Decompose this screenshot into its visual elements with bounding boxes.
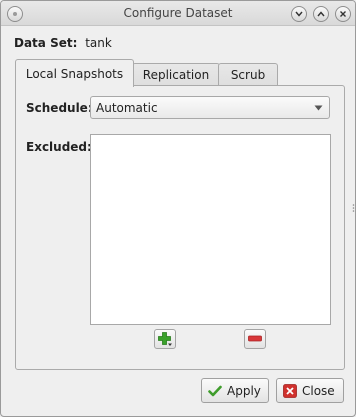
schedule-label: Schedule: — [26, 101, 93, 115]
tab-scrub[interactable]: Scrub — [218, 63, 278, 86]
tab-label: Replication — [142, 68, 210, 82]
excluded-list[interactable] — [90, 134, 331, 325]
close-window-button[interactable] — [335, 6, 351, 22]
remove-excluded-button[interactable] — [244, 329, 266, 349]
remove-icon — [248, 335, 262, 342]
tab-label: Local Snapshots — [25, 66, 124, 81]
configure-dataset-window: Configure Dataset Data Set: tank Local S… — [0, 0, 356, 417]
schedule-value: Automatic — [96, 101, 158, 115]
schedule-select[interactable]: Automatic — [90, 96, 330, 119]
minimize-button[interactable] — [291, 6, 307, 22]
tab-local-snapshots[interactable]: Local Snapshots — [15, 59, 134, 87]
title-bar: Configure Dataset — [1, 1, 355, 26]
close-icon — [283, 383, 297, 398]
tab-replication[interactable]: Replication — [132, 63, 220, 86]
tab-label: Scrub — [230, 68, 266, 82]
close-label: Close — [302, 383, 335, 398]
resize-grip-icon[interactable] — [352, 203, 355, 213]
local-snapshots-panel: Schedule: Automatic Excluded: — [15, 85, 345, 370]
apply-button[interactable]: Apply — [201, 378, 269, 403]
add-excluded-button[interactable] — [154, 329, 176, 349]
close-button[interactable]: Close — [276, 378, 344, 403]
apply-label: Apply — [227, 383, 261, 398]
close-icon — [340, 11, 346, 17]
dropdown-arrow-icon — [314, 105, 323, 111]
add-icon — [158, 332, 172, 346]
chevron-down-icon — [295, 11, 303, 17]
excluded-label: Excluded: — [26, 140, 92, 154]
dataset-label: Data Set: — [14, 36, 78, 50]
checkmark-icon — [208, 385, 222, 396]
chevron-up-icon — [317, 11, 325, 17]
dataset-row: Data Set: tank — [14, 36, 112, 50]
dataset-value: tank — [85, 36, 112, 50]
maximize-button[interactable] — [313, 6, 329, 22]
